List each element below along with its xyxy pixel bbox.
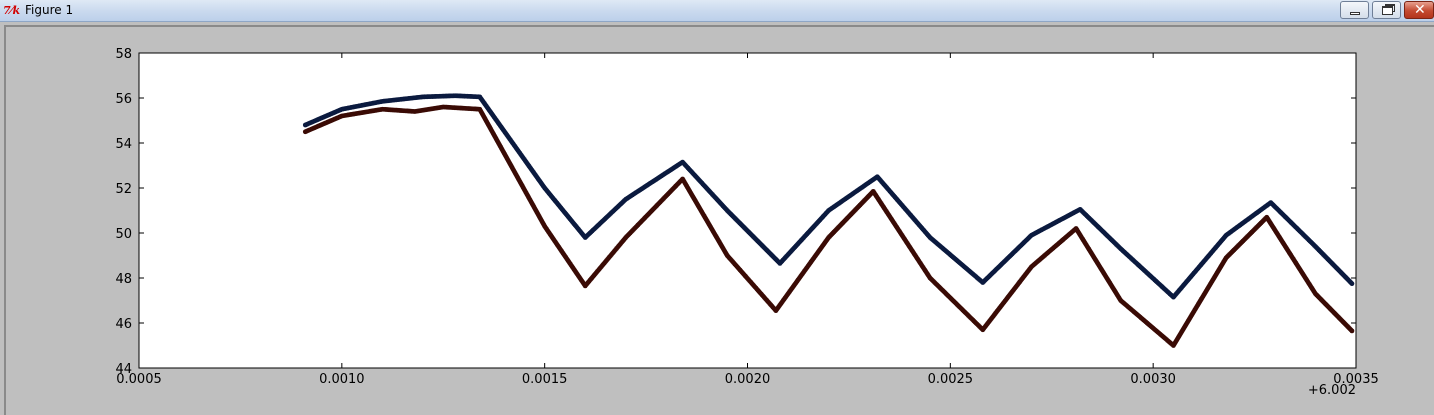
y-tick-label: 52 bbox=[115, 182, 132, 197]
y-tick-label: 54 bbox=[115, 137, 132, 152]
minimize-icon bbox=[1350, 12, 1360, 15]
x-tick-label: 0.0030 bbox=[1130, 372, 1176, 387]
x-tick-label: 0.0025 bbox=[928, 372, 974, 387]
y-tick-label: 56 bbox=[115, 92, 132, 107]
tk-feather-icon: 7⁄k bbox=[3, 4, 21, 17]
data-point bbox=[1349, 328, 1355, 334]
minimize-button[interactable] bbox=[1340, 1, 1369, 19]
y-tick-label: 48 bbox=[115, 272, 132, 287]
y-tick-label: 44 bbox=[115, 362, 132, 377]
x-tick-label: 0.0020 bbox=[725, 372, 771, 387]
plot-canvas: 0.0005 0.0010 0.0015 0.0020 0.0025 0.0030 0.00… bbox=[115, 47, 1378, 398]
window-title: Figure 1 bbox=[25, 3, 74, 17]
x-tick-label: 0.0015 bbox=[522, 372, 568, 387]
title-bar: 7⁄k Figure 1 ✕ bbox=[0, 0, 1434, 22]
axes-background bbox=[138, 52, 1357, 369]
y-tick-label: 58 bbox=[115, 47, 132, 62]
figure-canvas: 0.0005 0.0010 0.0015 0.0020 0.0025 0.0030 0.00… bbox=[4, 25, 1434, 415]
close-button[interactable]: ✕ bbox=[1404, 1, 1434, 19]
y-tick-label: 46 bbox=[115, 317, 132, 332]
close-icon: ✕ bbox=[1414, 2, 1426, 18]
restore-icon bbox=[1382, 6, 1393, 15]
y-tick-label: 50 bbox=[115, 227, 132, 242]
x-tick-label: 0.0010 bbox=[319, 372, 365, 387]
data-point bbox=[1349, 281, 1355, 287]
restore-button[interactable] bbox=[1372, 1, 1401, 19]
x-offset-label: +6.002 bbox=[1308, 383, 1356, 398]
